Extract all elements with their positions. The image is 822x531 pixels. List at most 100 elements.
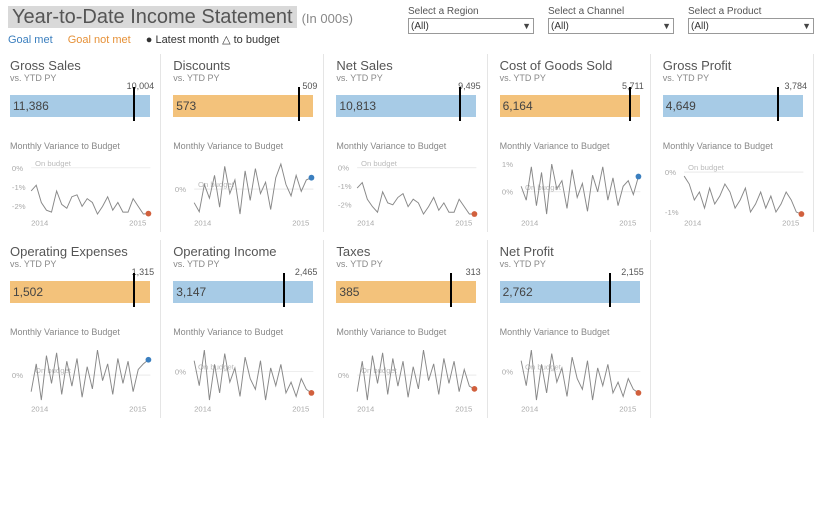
latest-dot-icon	[309, 175, 315, 181]
sparkline: On budget 1%0% 2014 2015	[500, 151, 644, 229]
sparkline: On budget 0%-1%-2% 2014 2015	[336, 151, 480, 229]
card-net-sales: Net Sales vs. YTD PY 9,495 10,813 Monthl…	[334, 54, 487, 232]
spark-title: Monthly Variance to Budget	[173, 141, 317, 151]
filter-select[interactable]: (All) ▼	[548, 18, 674, 34]
svg-text:2014: 2014	[684, 219, 702, 228]
svg-text:-1%: -1%	[665, 208, 679, 217]
filter-label: Select a Channel	[548, 6, 674, 17]
filter-label: Select a Product	[688, 6, 814, 17]
latest-dot-icon	[798, 211, 804, 217]
target-line-icon	[133, 87, 135, 121]
target-line-icon	[629, 87, 631, 121]
svg-text:2014: 2014	[358, 219, 376, 228]
sparkline: On budget 0% 2014 2015	[173, 337, 317, 415]
svg-text:-1%: -1%	[12, 183, 26, 192]
svg-text:2015: 2015	[129, 405, 146, 414]
sparkline: On budget 0% 2014 2015	[500, 337, 644, 415]
card-opex: Operating Expenses vs. YTD PY 1,315 1,50…	[8, 240, 161, 418]
target-label: 2,465	[295, 267, 318, 277]
chevron-down-icon: ▼	[522, 21, 531, 31]
actual-bar: 10,813	[336, 95, 476, 117]
svg-text:On budget: On budget	[688, 163, 725, 172]
chevron-down-icon: ▼	[802, 21, 811, 31]
svg-text:2015: 2015	[619, 405, 636, 414]
card-net-profit: Net Profit vs. YTD PY 2,155 2,762 Monthl…	[498, 240, 651, 418]
svg-text:0%: 0%	[12, 164, 23, 173]
svg-text:2014: 2014	[31, 219, 49, 228]
card-discounts: Discounts vs. YTD PY 509 573 Monthly Var…	[171, 54, 324, 232]
legend: Goal met Goal not met ● Latest month △ t…	[8, 33, 390, 46]
svg-text:2014: 2014	[31, 405, 49, 414]
card-taxes: Taxes vs. YTD PY 313 385 Monthly Varianc…	[334, 240, 487, 418]
target-line-icon	[450, 273, 452, 307]
bullet-chart: 3,784 4,649	[663, 93, 807, 131]
bullet-chart: 313 385	[336, 279, 480, 317]
svg-text:2015: 2015	[619, 219, 636, 228]
latest-dot-icon	[146, 357, 152, 363]
svg-text:2015: 2015	[456, 405, 473, 414]
bullet-chart: 5,711 6,164	[500, 93, 644, 131]
page-title: Year-to-Date Income Statement	[8, 6, 297, 28]
target-line-icon	[777, 87, 779, 121]
sparkline: On budget 0% 2014 2015	[10, 337, 154, 415]
card-grid: Gross Sales vs. YTD PY 10,004 11,386 Mon…	[8, 54, 814, 418]
target-line-icon	[459, 87, 461, 121]
filters: Select a Region (All) ▼ Select a Channel…	[408, 6, 814, 34]
sparkline: On budget 0% 2014 2015	[173, 151, 317, 229]
svg-text:-2%: -2%	[338, 201, 352, 210]
card-gross-profit: Gross Profit vs. YTD PY 3,784 4,649 Mont…	[661, 54, 814, 232]
bullet-chart: 2,465 3,147	[173, 279, 317, 317]
card-subtitle: vs. YTD PY	[173, 73, 317, 83]
card-title: Discounts	[173, 58, 317, 73]
target-line-icon	[609, 273, 611, 307]
svg-text:On budget: On budget	[525, 363, 562, 372]
target-label: 313	[466, 267, 481, 277]
card-gross-sales: Gross Sales vs. YTD PY 10,004 11,386 Mon…	[8, 54, 161, 232]
svg-text:0%: 0%	[502, 367, 513, 376]
latest-dot-icon	[309, 390, 315, 396]
svg-text:2015: 2015	[292, 405, 309, 414]
latest-dot-icon	[635, 390, 641, 396]
target-line-icon	[298, 87, 300, 121]
spark-title: Monthly Variance to Budget	[336, 141, 480, 151]
title-block: Year-to-Date Income Statement (In 000s) …	[8, 6, 390, 46]
target-line-icon	[133, 273, 135, 307]
card-title: Gross Sales	[10, 58, 154, 73]
latest-dot-icon	[472, 211, 478, 217]
chevron-down-icon: ▼	[662, 21, 671, 31]
card-cogs: Cost of Goods Sold vs. YTD PY 5,711 6,16…	[498, 54, 651, 232]
filter-select[interactable]: (All) ▼	[688, 18, 814, 34]
actual-bar: 2,762	[500, 281, 640, 303]
card-title: Net Profit	[500, 244, 644, 259]
actual-bar: 6,164	[500, 95, 640, 117]
actual-bar: 385	[336, 281, 476, 303]
target-label: 9,495	[458, 81, 481, 91]
latest-dot-icon	[635, 174, 641, 180]
filter-value: (All)	[551, 21, 569, 32]
filter-1: Select a Channel (All) ▼	[548, 6, 674, 34]
svg-text:2015: 2015	[129, 219, 146, 228]
spark-title: Monthly Variance to Budget	[663, 141, 807, 151]
legend-latest: ● Latest month △ to budget	[146, 34, 280, 46]
target-line-icon	[283, 273, 285, 307]
filter-0: Select a Region (All) ▼	[408, 6, 534, 34]
svg-text:On budget: On budget	[198, 363, 235, 372]
bullet-chart: 10,004 11,386	[10, 93, 154, 131]
actual-bar: 4,649	[663, 95, 803, 117]
svg-text:0%: 0%	[338, 164, 349, 173]
actual-bar: 1,502	[10, 281, 150, 303]
bullet-chart: 2,155 2,762	[500, 279, 644, 317]
svg-text:0%: 0%	[502, 188, 513, 197]
filter-2: Select a Product (All) ▼	[688, 6, 814, 34]
svg-text:-2%: -2%	[12, 202, 26, 211]
target-label: 1,315	[132, 267, 155, 277]
svg-text:0%: 0%	[175, 185, 186, 194]
filter-select[interactable]: (All) ▼	[408, 18, 534, 34]
spark-title: Monthly Variance to Budget	[173, 327, 317, 337]
card-title: Net Sales	[336, 58, 480, 73]
units-label: (In 000s)	[302, 11, 353, 26]
filter-label: Select a Region	[408, 6, 534, 17]
svg-text:1%: 1%	[502, 160, 513, 169]
header: Year-to-Date Income Statement (In 000s) …	[8, 6, 814, 46]
svg-text:2014: 2014	[194, 219, 212, 228]
